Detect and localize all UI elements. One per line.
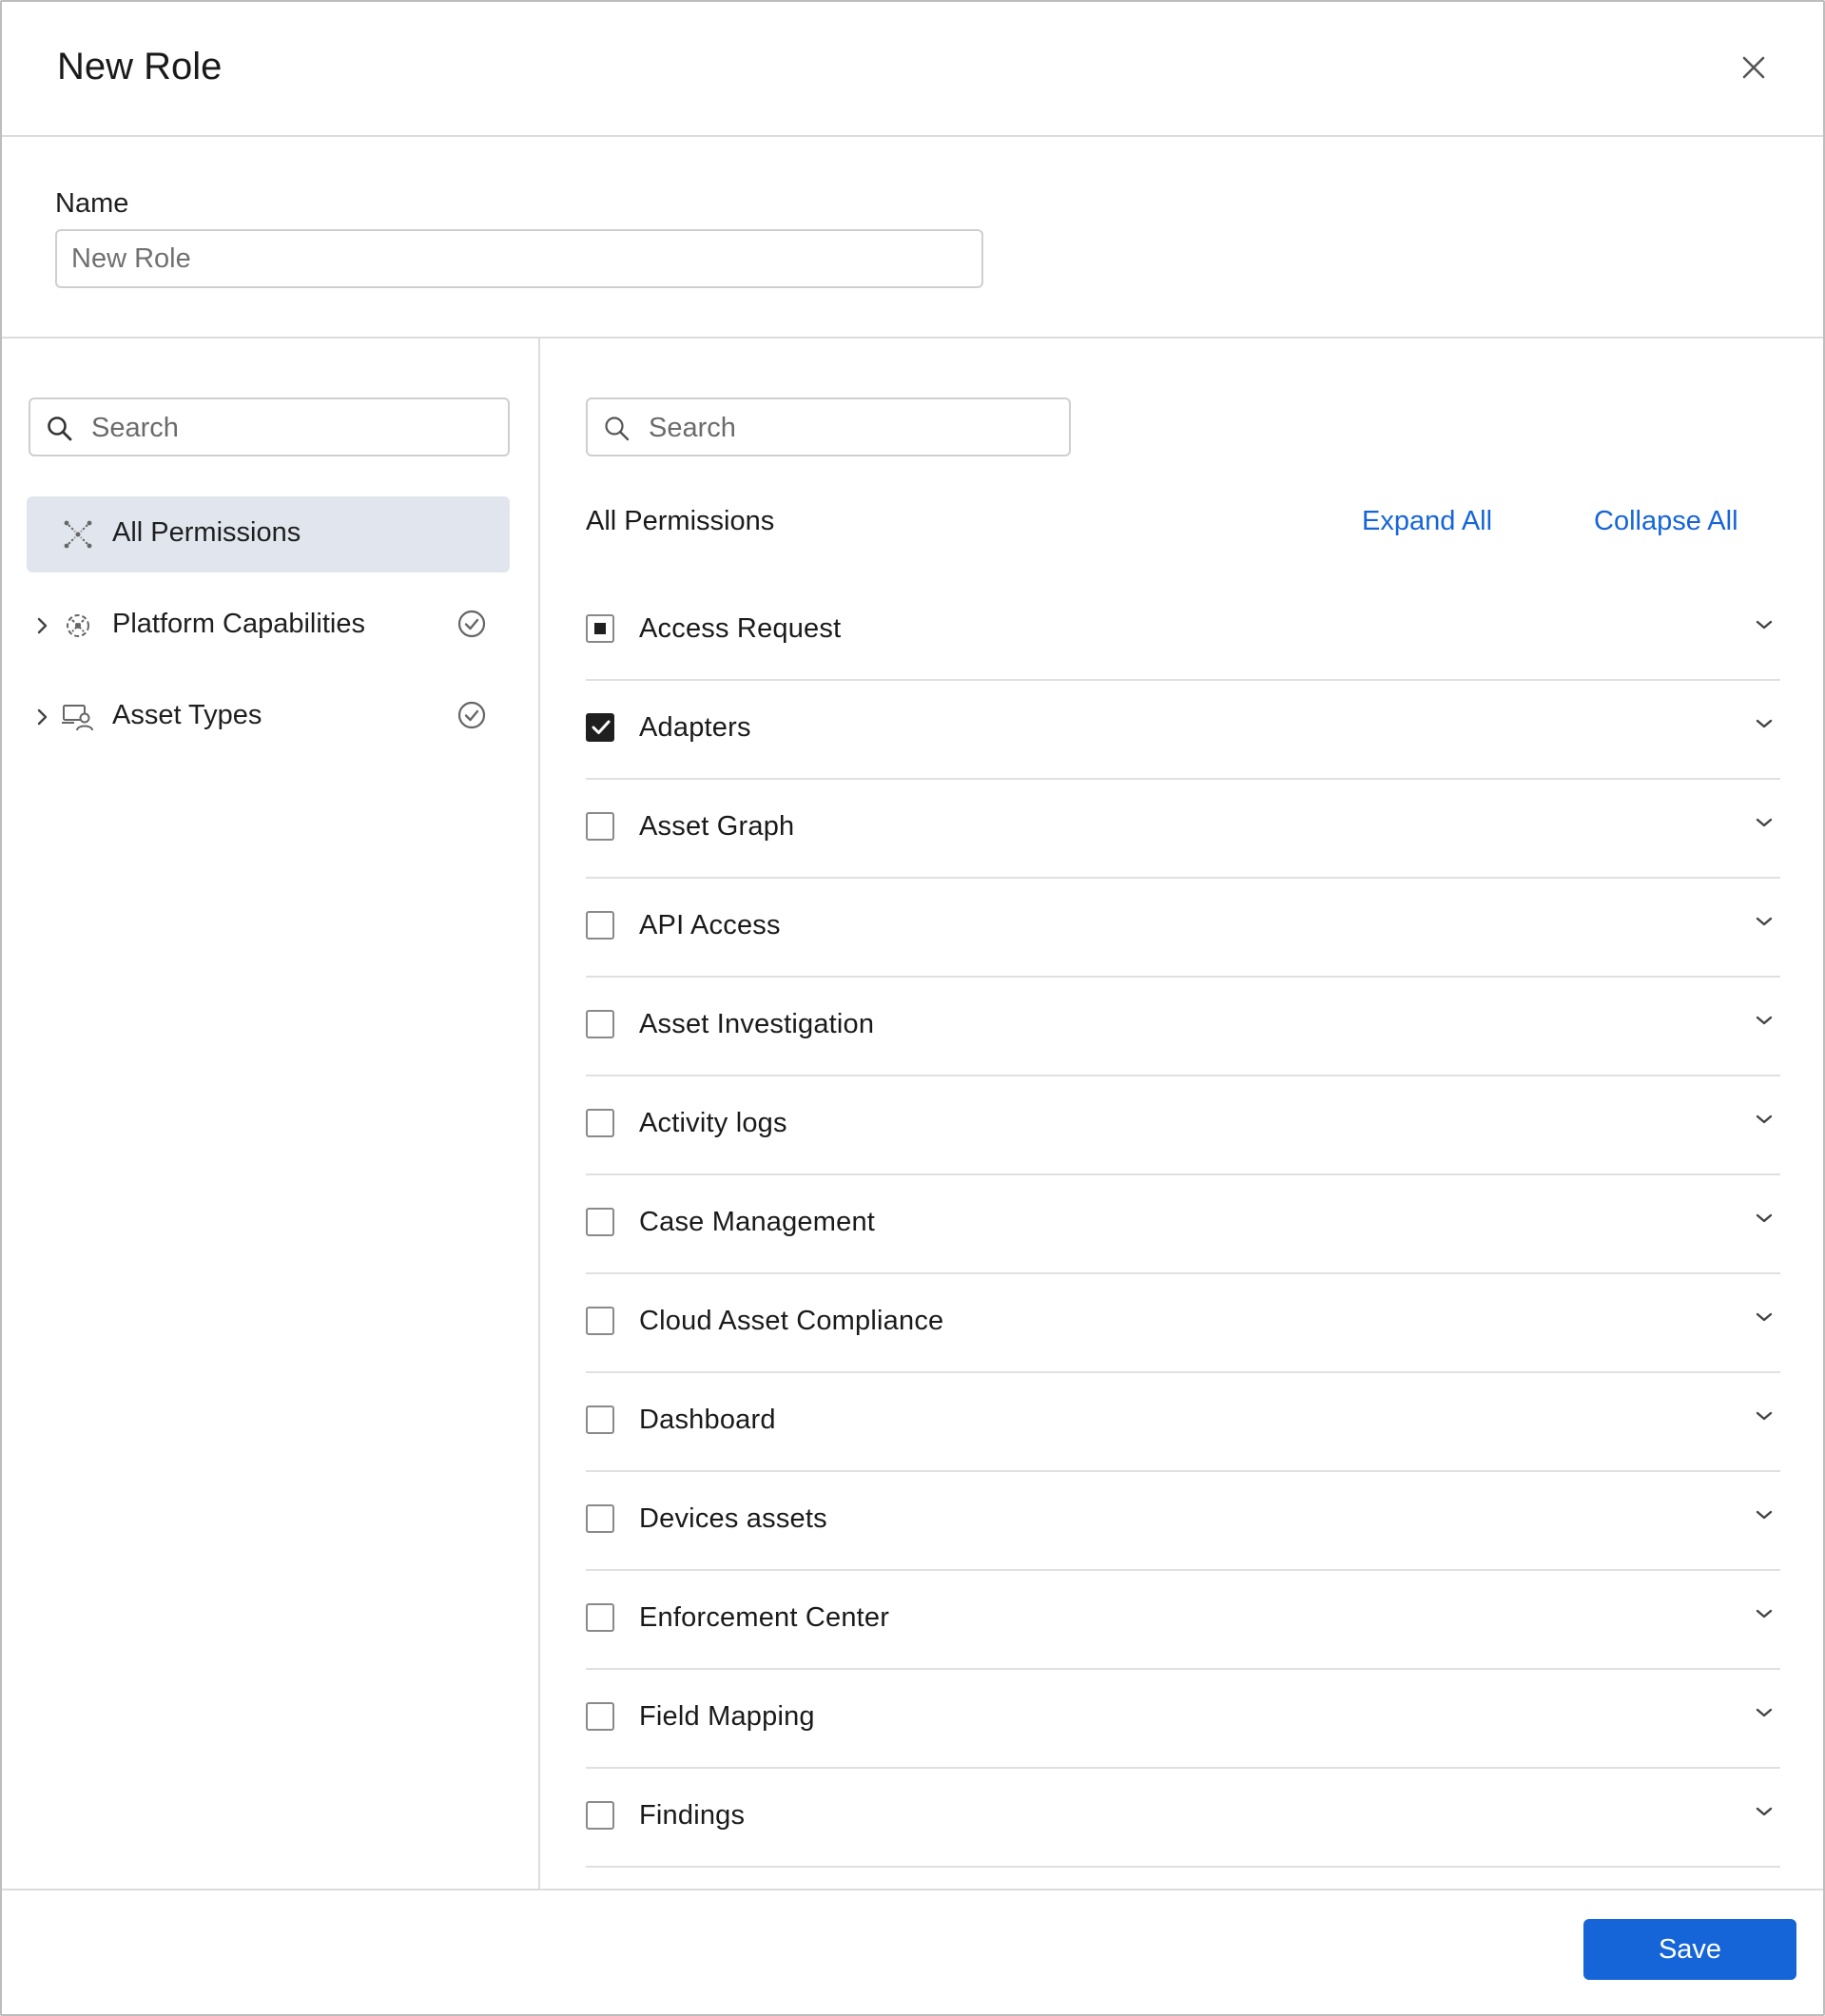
permission-checkbox[interactable] bbox=[586, 1801, 614, 1830]
name-section: Name bbox=[2, 137, 1823, 339]
expand-all-link[interactable]: Expand All bbox=[1362, 506, 1492, 537]
close-icon[interactable] bbox=[1739, 53, 1768, 82]
permissions-list: Access Request Adapters Asset Graph API Acc… bbox=[586, 582, 1780, 1868]
permission-label: Access Request bbox=[639, 613, 842, 644]
permission-checkbox[interactable] bbox=[586, 1504, 614, 1533]
permission-row[interactable]: Adapters bbox=[586, 681, 1780, 780]
permission-row[interactable]: Activity logs bbox=[586, 1076, 1780, 1175]
chevron-down-icon[interactable] bbox=[1754, 1805, 1775, 1823]
permission-row[interactable]: Asset Graph bbox=[586, 780, 1780, 879]
search-icon bbox=[605, 417, 630, 441]
permissions-panel: All Permissions Expand All Collapse All … bbox=[540, 339, 1823, 1889]
search-icon bbox=[48, 417, 72, 441]
asset-types-icon bbox=[61, 700, 95, 739]
permission-checkbox[interactable] bbox=[586, 812, 614, 841]
permission-checkbox[interactable] bbox=[586, 1208, 614, 1236]
save-button[interactable]: Save bbox=[1583, 1919, 1796, 1980]
permission-row[interactable]: Asset Investigation bbox=[586, 978, 1780, 1076]
chevron-down-icon[interactable] bbox=[1754, 1113, 1775, 1131]
permission-row[interactable]: Case Management bbox=[586, 1175, 1780, 1274]
permission-label: API Access bbox=[639, 910, 781, 940]
name-label: Name bbox=[55, 188, 129, 219]
permission-checkbox[interactable] bbox=[586, 1307, 614, 1335]
tree-item-label: Asset Types bbox=[112, 700, 262, 730]
permission-checkbox[interactable] bbox=[586, 1603, 614, 1632]
permission-row[interactable]: Field Mapping bbox=[586, 1670, 1780, 1769]
dialog-header: New Role bbox=[2, 2, 1823, 137]
permission-row[interactable]: API Access bbox=[586, 879, 1780, 978]
chevron-down-icon[interactable] bbox=[1754, 1409, 1775, 1427]
tree-item-platform-capabilities[interactable]: Platform Capabilities bbox=[27, 588, 510, 664]
check-circle-icon bbox=[456, 700, 487, 735]
permission-label: Enforcement Center bbox=[639, 1602, 890, 1633]
permission-label: Asset Investigation bbox=[639, 1009, 875, 1039]
chevron-down-icon[interactable] bbox=[1754, 1212, 1775, 1230]
chevron-down-icon[interactable] bbox=[1754, 717, 1775, 735]
permission-label: Cloud Asset Compliance bbox=[639, 1306, 944, 1336]
permission-label: Findings bbox=[639, 1800, 746, 1831]
permission-row[interactable]: Cloud Asset Compliance bbox=[586, 1274, 1780, 1373]
permission-label: Asset Graph bbox=[639, 811, 795, 842]
permissions-heading: All Permissions bbox=[586, 506, 775, 536]
tree-item-label: Platform Capabilities bbox=[112, 609, 365, 639]
permissions-search-input[interactable] bbox=[647, 407, 1056, 449]
name-input[interactable] bbox=[55, 229, 983, 288]
permission-label: Activity logs bbox=[639, 1108, 787, 1138]
chevron-down-icon[interactable] bbox=[1754, 1014, 1775, 1032]
permission-row[interactable]: Enforcement Center bbox=[586, 1571, 1780, 1670]
permission-row[interactable]: Access Request bbox=[586, 582, 1780, 681]
permission-row[interactable]: Dashboard bbox=[586, 1373, 1780, 1472]
permission-checkbox[interactable] bbox=[586, 1109, 614, 1137]
dialog-footer: Save bbox=[2, 1889, 1823, 2014]
dialog-title: New Role bbox=[57, 46, 223, 87]
chevron-down-icon[interactable] bbox=[1754, 1508, 1775, 1526]
permission-checkbox[interactable] bbox=[586, 1010, 614, 1038]
tree-item-asset-types[interactable]: Asset Types bbox=[27, 679, 510, 755]
tree-search-box[interactable] bbox=[29, 397, 510, 456]
permission-label: Field Mapping bbox=[639, 1701, 815, 1732]
chevron-right-icon[interactable] bbox=[36, 616, 49, 640]
chevron-down-icon[interactable] bbox=[1754, 618, 1775, 636]
chevron-right-icon[interactable] bbox=[36, 708, 49, 731]
tree-item-label: All Permissions bbox=[112, 517, 301, 548]
permission-tree-panel: All Permissions Platform Capabilities bbox=[2, 339, 540, 1889]
tree-item-all-permissions[interactable]: All Permissions bbox=[27, 496, 510, 572]
new-role-dialog: New Role Name New Role Search All Permis… bbox=[0, 0, 1825, 2016]
permission-label: Devices assets bbox=[639, 1503, 827, 1534]
permission-checkbox[interactable] bbox=[586, 1405, 614, 1434]
chevron-down-icon[interactable] bbox=[1754, 816, 1775, 834]
all-permissions-icon bbox=[61, 517, 95, 556]
chevron-down-icon[interactable] bbox=[1754, 1607, 1775, 1625]
check-circle-icon bbox=[456, 609, 487, 644]
permission-checkbox[interactable] bbox=[586, 713, 614, 742]
platform-capabilities-icon bbox=[61, 609, 95, 648]
permission-row[interactable]: Devices assets bbox=[586, 1472, 1780, 1571]
tree-search-input[interactable] bbox=[89, 407, 495, 449]
chevron-down-icon[interactable] bbox=[1754, 915, 1775, 933]
chevron-down-icon[interactable] bbox=[1754, 1310, 1775, 1328]
permission-label: Dashboard bbox=[639, 1405, 776, 1435]
permission-checkbox[interactable] bbox=[586, 1702, 614, 1731]
permission-checkbox[interactable] bbox=[586, 911, 614, 940]
permissions-search-box[interactable] bbox=[586, 397, 1071, 456]
chevron-down-icon[interactable] bbox=[1754, 1706, 1775, 1724]
permission-label: Case Management bbox=[639, 1207, 876, 1237]
permission-row[interactable]: Findings bbox=[586, 1769, 1780, 1868]
permission-checkbox[interactable] bbox=[586, 614, 614, 643]
permission-label: Adapters bbox=[639, 712, 751, 743]
collapse-all-link[interactable]: Collapse All bbox=[1594, 506, 1738, 537]
